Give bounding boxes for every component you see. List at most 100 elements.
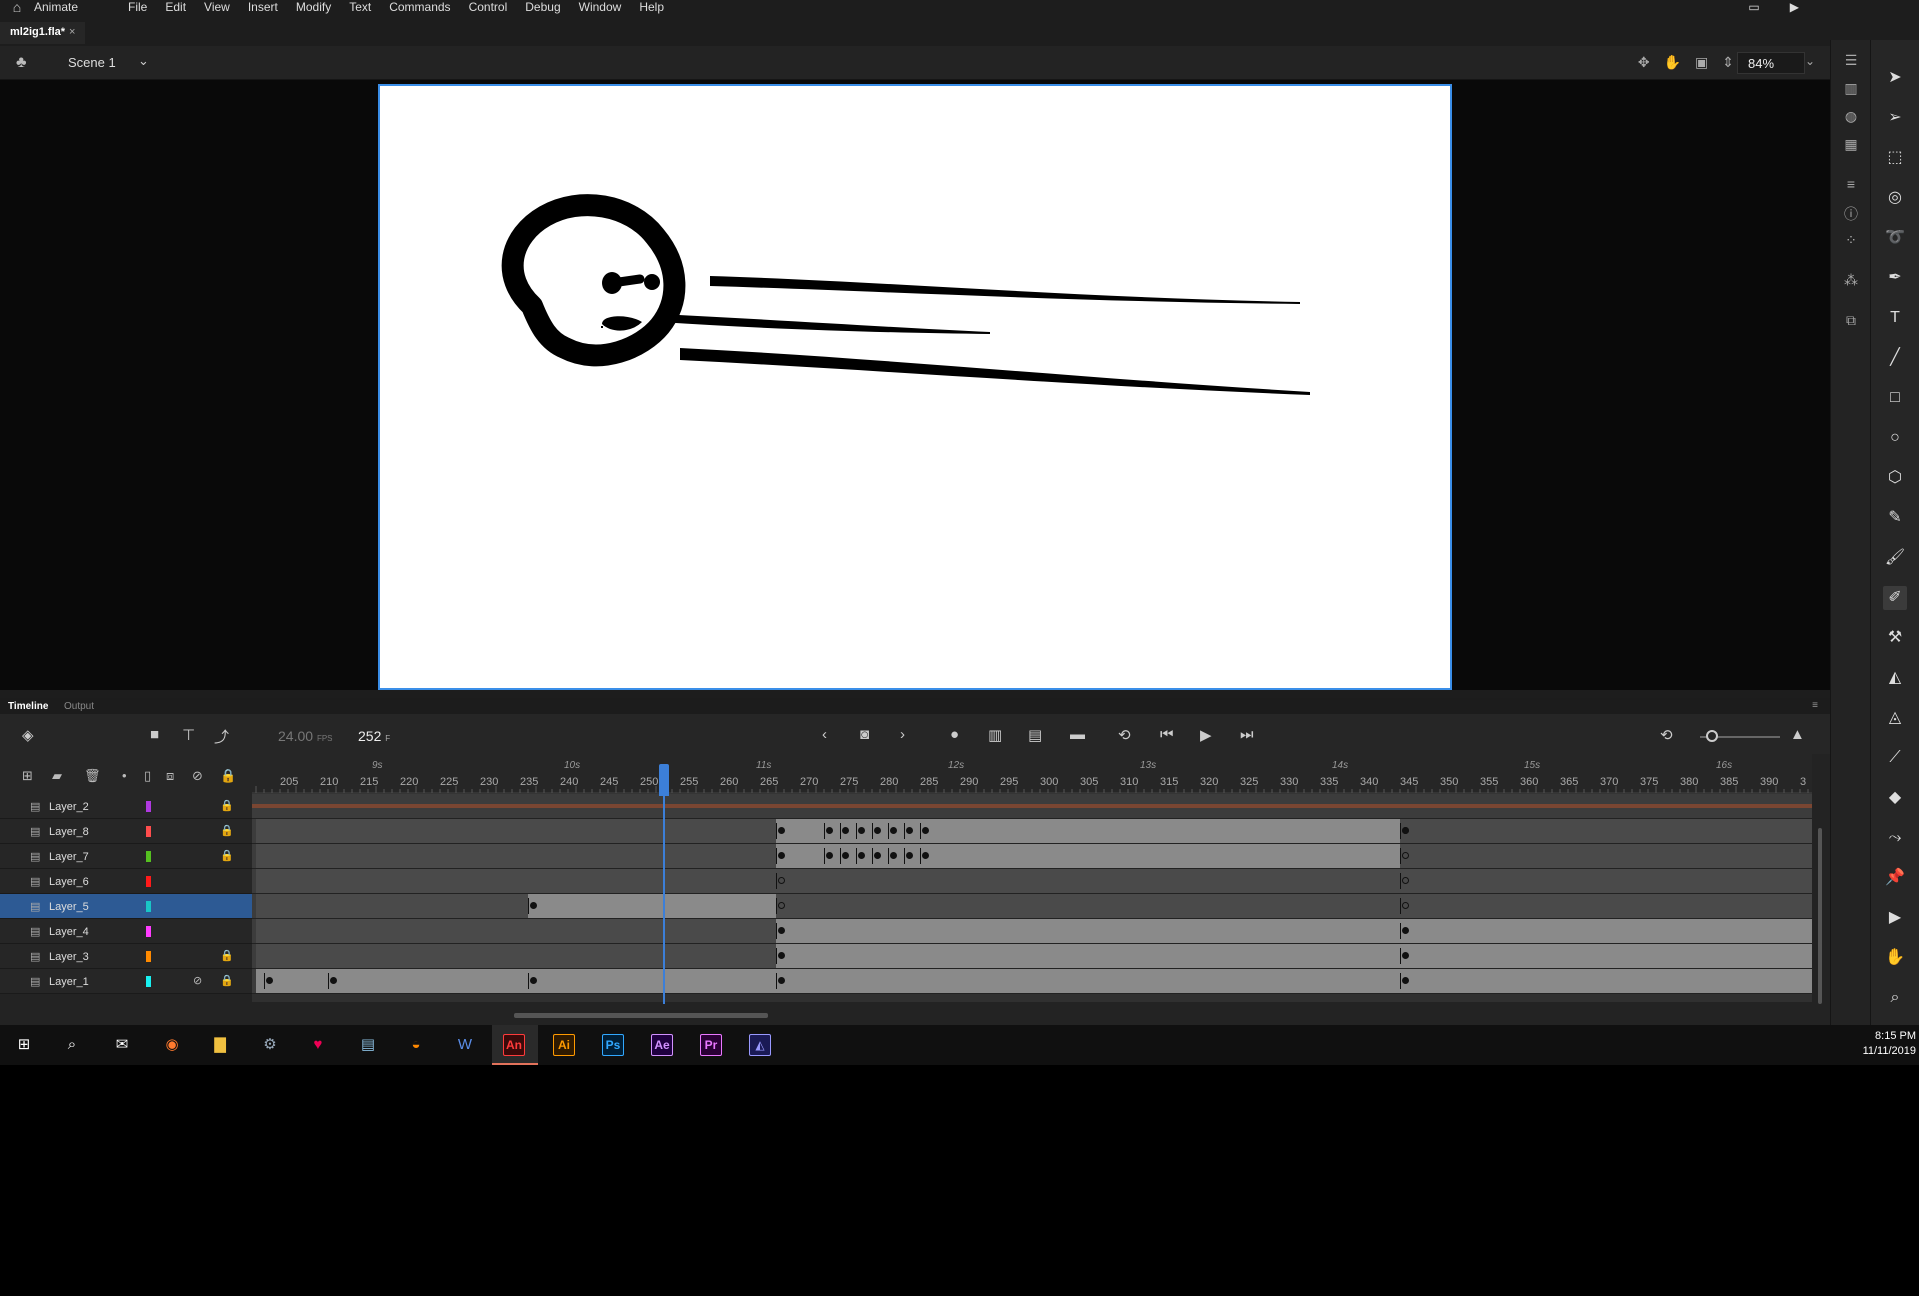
oval-tool-icon[interactable]: ○ [1883,426,1907,450]
step-forward-icon[interactable]: ⏭ [1240,726,1254,743]
frame-span[interactable] [256,969,1812,993]
selection-tool-icon[interactable]: ➤ [1883,66,1907,90]
frame-span[interactable] [256,894,528,918]
layer-row[interactable]: ▤ Layer_5 [0,894,252,919]
info-icon[interactable]: ⓘ [1843,204,1859,222]
menu-window[interactable]: Window [579,0,622,14]
system-clock[interactable]: 8:15 PM 11/11/2019 [1863,1029,1916,1059]
lasso-tool-icon[interactable]: ➰ [1883,226,1907,250]
keyframe[interactable] [778,927,785,934]
keyframe[interactable] [874,852,881,859]
browser-icon[interactable]: ◒ [404,1033,428,1057]
lock-icon[interactable]: 🔒 [220,824,234,837]
after-effects-taskbar-button[interactable]: Ae [651,1034,673,1056]
game-icon[interactable]: ♥ [306,1033,330,1057]
timeline-zoom-knob[interactable] [1706,730,1718,742]
keyframe[interactable] [906,827,913,834]
frame-span[interactable] [776,869,1812,893]
scene-label[interactable]: Scene 1 [68,55,116,70]
windows-start-icon[interactable]: ⊞ [12,1033,36,1057]
show-hide-icon[interactable]: ⊘ [192,768,203,784]
keyframe[interactable] [530,977,537,984]
hidden-eye-icon[interactable]: ⊘ [193,974,202,987]
layer-row[interactable]: ▤ Layer_3 🔒 [0,944,252,969]
layer-name[interactable]: Layer_2 [49,801,89,813]
chevron-down-icon[interactable]: ⌄ [138,53,149,69]
frame-span[interactable] [256,819,672,843]
undo-zoom-icon[interactable]: ⟲ [1660,726,1673,744]
edit-symbols-icon[interactable]: ✋ [1664,54,1681,71]
lock-icon[interactable]: 🔒 [220,949,234,962]
layer-name[interactable]: Layer_6 [49,876,89,888]
premiere-taskbar-button[interactable]: Pr [700,1034,722,1056]
layer-row[interactable]: ▤ Layer_6 [0,869,252,894]
empty-keyframe[interactable] [1402,877,1409,884]
menu-text[interactable]: Text [349,0,371,14]
layer-name[interactable]: Layer_5 [49,901,89,913]
layer-row[interactable]: ▤ Layer_8 🔒 [0,819,252,844]
keyframe[interactable] [778,977,785,984]
menu-modify[interactable]: Modify [296,0,331,14]
layer-color-swatch[interactable] [146,976,151,987]
lock-icon[interactable]: 🔒 [220,974,234,987]
layer-row[interactable]: ▤ Layer_4 [0,919,252,944]
frame-span[interactable] [776,819,1400,843]
file-explorer-icon[interactable]: ▇ [208,1033,232,1057]
next-keyframe-icon[interactable]: › [900,726,905,743]
frame-row[interactable] [252,869,1812,894]
ink-bottle-tool-icon[interactable]: ◬ [1883,706,1907,730]
firefox-icon[interactable]: ◉ [160,1033,184,1057]
polystar-tool-icon[interactable]: ⬡ [1883,466,1907,490]
frame-row[interactable] [252,894,1812,919]
align-icon[interactable]: ≡ [1843,176,1859,192]
keyframe[interactable] [1402,927,1409,934]
components-icon[interactable]: ⧉ [1843,312,1859,328]
layer-name[interactable]: Layer_3 [49,951,89,963]
frame-row[interactable] [252,969,1812,994]
frame-span[interactable] [776,894,1812,918]
keyframe[interactable] [778,827,785,834]
frame-span[interactable] [776,919,1812,943]
keyframe[interactable] [778,952,785,959]
lock-icon[interactable]: 🔒 [220,849,234,862]
keyframe[interactable] [890,852,897,859]
stage[interactable] [378,84,1452,690]
lock-icon[interactable]: 🔒 [220,768,236,784]
color-icon[interactable]: ▦ [1843,136,1859,152]
camera-tool-icon[interactable]: ▶ [1883,906,1907,930]
brush-tool-icon[interactable]: ✐ [1883,586,1907,610]
menu-edit[interactable]: Edit [165,0,186,14]
create-tween-icon[interactable]: ▬ [1070,726,1085,743]
photoshop-taskbar-button[interactable]: Ps [602,1034,624,1056]
delete-layer-icon[interactable]: 🗑 [84,768,101,784]
clip-content-icon[interactable]: ▣ [1695,54,1708,71]
current-frame-readout[interactable]: 252 F [358,728,390,744]
frame-span[interactable] [672,819,776,843]
keyframe[interactable] [842,827,849,834]
bone-tool-icon[interactable]: ⚒ [1883,626,1907,650]
keyframe[interactable] [330,977,337,984]
word-icon[interactable]: W [453,1033,477,1057]
menu-insert[interactable]: Insert [248,0,278,14]
edit-multiple-frames-icon[interactable]: ▥ [988,726,1002,744]
library-icon[interactable]: ▥ [1843,80,1859,96]
keyframe[interactable] [1402,977,1409,984]
transform-icon[interactable]: ⁘ [1843,232,1859,248]
pen-tool-icon[interactable]: ✒ [1883,266,1907,290]
document-tab[interactable]: ml2ig1.fla* × [0,22,86,44]
zoom-field[interactable]: 84% [1737,52,1805,74]
keyframe[interactable] [778,852,785,859]
new-layer-icon[interactable]: ⊞ [22,768,33,784]
3d-rotation-tool-icon[interactable]: ◎ [1883,186,1907,210]
frame-span[interactable] [256,919,776,943]
parenting-icon[interactable]: ⊤ [182,726,195,744]
keyframe[interactable] [530,902,537,909]
tab-timeline[interactable]: Timeline [8,701,48,712]
eraser-tool-icon[interactable]: ◆ [1883,786,1907,810]
keyframe[interactable] [826,827,833,834]
play-icon[interactable]: ▶ [1200,726,1212,744]
sync-icon[interactable]: ▤ [1028,726,1042,744]
frame-span[interactable] [256,844,776,868]
keyframe[interactable] [906,852,913,859]
vertical-scrollbar[interactable] [1818,828,1822,1004]
